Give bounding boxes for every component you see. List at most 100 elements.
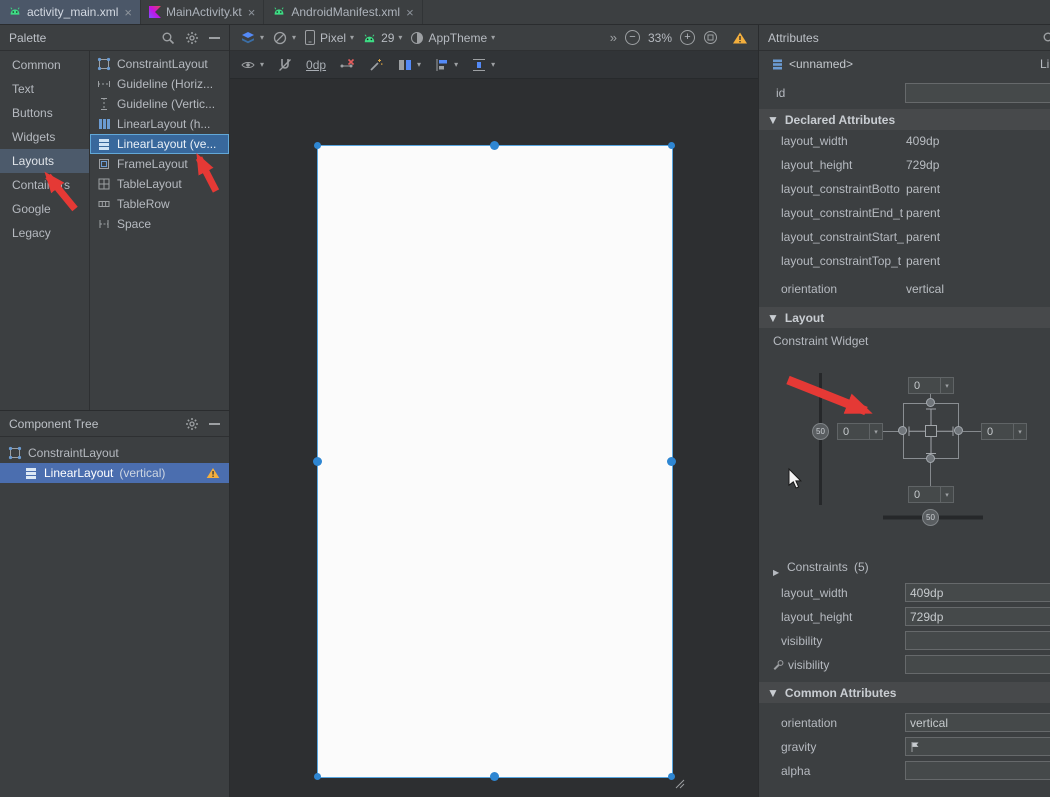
selection-handle-middle-right[interactable] [667, 457, 676, 466]
palette-category-legacy[interactable]: Legacy [0, 221, 89, 245]
chevron-down-icon[interactable]: ▾ [869, 424, 882, 439]
constraint-anchor-left[interactable] [898, 426, 907, 435]
attribute-value[interactable]: vertical [906, 277, 944, 301]
pack-selector[interactable]: ▾ [397, 57, 421, 73]
selection-handle-top-right[interactable] [668, 142, 675, 149]
attribute-row[interactable]: layout_width409dp [759, 129, 1050, 153]
tab-mainactivity-kt[interactable]: MainActivity.kt × [141, 0, 264, 24]
palette-item-linearlayout-vertical[interactable]: LinearLayout (ve... [90, 134, 229, 154]
palette-category-widgets[interactable]: Widgets [0, 125, 89, 149]
palette-item-tablelayout[interactable]: TableLayout [90, 174, 229, 194]
clear-constraints-icon[interactable] [339, 57, 355, 73]
warning-icon[interactable] [206, 467, 220, 479]
attribute-row[interactable]: layout_constraintBottoparent [759, 177, 1050, 201]
search-icon[interactable] [1042, 31, 1050, 45]
selection-handle-top-left[interactable] [314, 142, 321, 149]
design-surface[interactable]: ▾ 0dp ▾ ▾ ▾ [230, 51, 758, 797]
minimize-icon[interactable] [209, 37, 220, 39]
warning-indicator-icon[interactable] [732, 31, 748, 45]
blueprint-mode-selector[interactable]: ▾ [272, 30, 296, 46]
layout-height-input[interactable]: 729dp [905, 607, 1050, 626]
constraint-anchor-right[interactable] [954, 426, 963, 435]
resize-grip-icon[interactable] [674, 778, 686, 790]
visibility-input[interactable] [905, 631, 1050, 650]
palette-item-linearlayout-horizontal[interactable]: LinearLayout (h... [90, 114, 229, 134]
close-tab-icon[interactable]: × [406, 5, 414, 20]
palette-item-guideline-vertical[interactable]: Guideline (Vertic... [90, 94, 229, 114]
palette-category-layouts[interactable]: Layouts [0, 149, 89, 173]
tab-androidmanifest-xml[interactable]: AndroidManifest.xml × [264, 0, 422, 24]
attribute-row[interactable]: orientationvertical [759, 277, 1050, 301]
attribute-value[interactable]: parent [906, 177, 940, 201]
margin-bottom-combo[interactable]: 0 ▾ [908, 486, 954, 503]
tools-visibility-input[interactable] [905, 655, 1050, 674]
attribute-value[interactable]: parent [906, 225, 940, 249]
tab-activity-main-xml[interactable]: activity_main.xml × [0, 0, 141, 24]
attribute-row[interactable]: layout_constraintTop_tparent [759, 249, 1050, 273]
chevron-down-icon[interactable]: ▾ [1013, 424, 1026, 439]
chevron-down-icon[interactable]: ▾ [940, 487, 953, 502]
infer-constraints-wand-icon[interactable] [368, 57, 384, 73]
zoom-in-button[interactable]: + [680, 30, 695, 45]
default-margin-selector[interactable]: 0dp [306, 58, 326, 72]
palette-category-common[interactable]: Common [0, 53, 89, 77]
api-level-selector[interactable]: 29 ▾ [362, 31, 402, 45]
selection-handle-middle-left[interactable] [313, 457, 322, 466]
palette-category-containers[interactable]: Containers [0, 173, 89, 197]
section-declared-attributes[interactable]: ▼ Declared Attributes [759, 109, 1050, 130]
layout-width-input[interactable]: 409dp [905, 583, 1050, 602]
minimize-icon[interactable] [209, 423, 220, 425]
chevron-down-icon[interactable]: ▾ [940, 378, 953, 393]
constraints-group-row[interactable]: ▶ Constraints (5) [759, 557, 1050, 577]
close-tab-icon[interactable]: × [248, 5, 256, 20]
device-screen-artboard[interactable] [318, 146, 672, 777]
constraint-anchor-top[interactable] [926, 398, 935, 407]
align-selector[interactable]: ▾ [434, 57, 458, 73]
palette-item-guideline-horizontal[interactable]: Guideline (Horiz... [90, 74, 229, 94]
vertical-bias-slider[interactable]: 50 [812, 423, 829, 440]
selection-handle-bottom-left[interactable] [314, 773, 321, 780]
margin-left-combo[interactable]: 0 ▾ [837, 423, 883, 440]
surface-mode-selector[interactable]: ▾ [240, 30, 264, 46]
section-layout[interactable]: ▼ Layout [759, 307, 1050, 328]
search-icon[interactable] [161, 31, 175, 45]
selection-handle-bottom-center[interactable] [490, 772, 499, 781]
attribute-value[interactable]: 409dp [906, 129, 939, 153]
section-common-attributes[interactable]: ▼ Common Attributes [759, 682, 1050, 703]
attribute-value[interactable]: parent [906, 201, 940, 225]
theme-selector[interactable]: AppTheme ▾ [410, 31, 495, 45]
attribute-row[interactable]: layout_height729dp [759, 153, 1050, 177]
gravity-input[interactable] [905, 737, 1050, 756]
toolbar-overflow-icon[interactable]: » [610, 30, 617, 45]
selection-handle-top-center[interactable] [490, 141, 499, 150]
attribute-value[interactable]: parent [906, 249, 940, 273]
palette-item-space[interactable]: Space [90, 214, 229, 234]
tree-item-linearlayout-vertical[interactable]: LinearLayout (vertical) [0, 463, 229, 483]
device-selector[interactable]: Pixel ▾ [304, 29, 354, 46]
tree-item-constraintlayout[interactable]: ConstraintLayout [0, 443, 229, 463]
view-options-selector[interactable]: ▾ [240, 57, 264, 73]
palette-item-constraintlayout[interactable]: ConstraintLayout [90, 54, 229, 74]
alpha-input[interactable] [905, 761, 1050, 780]
id-input[interactable] [905, 83, 1050, 103]
constraint-widget-box[interactable] [903, 403, 959, 459]
orientation-input[interactable]: vertical [905, 713, 1050, 732]
constraint-anchor-bottom[interactable] [926, 454, 935, 463]
attribute-row[interactable]: layout_constraintStart_parent [759, 225, 1050, 249]
attribute-row[interactable]: layout_constraintEnd_tparent [759, 201, 1050, 225]
palette-category-text[interactable]: Text [0, 77, 89, 101]
horizontal-bias-slider[interactable]: 50 [922, 509, 939, 526]
zoom-out-button[interactable]: − [625, 30, 640, 45]
palette-category-google[interactable]: Google [0, 197, 89, 221]
palette-item-framelayout[interactable]: FrameLayout [90, 154, 229, 174]
palette-category-buttons[interactable]: Buttons [0, 101, 89, 125]
palette-item-tablerow[interactable]: TableRow [90, 194, 229, 214]
zoom-to-fit-button[interactable] [703, 30, 718, 45]
margin-right-combo[interactable]: 0 ▾ [981, 423, 1027, 440]
close-tab-icon[interactable]: × [124, 5, 132, 20]
attribute-value[interactable]: 729dp [906, 153, 939, 177]
gear-icon[interactable] [185, 31, 199, 45]
autoconnect-off-icon[interactable] [277, 57, 293, 73]
margin-top-combo[interactable]: 0 ▾ [908, 377, 954, 394]
gear-icon[interactable] [185, 417, 199, 431]
